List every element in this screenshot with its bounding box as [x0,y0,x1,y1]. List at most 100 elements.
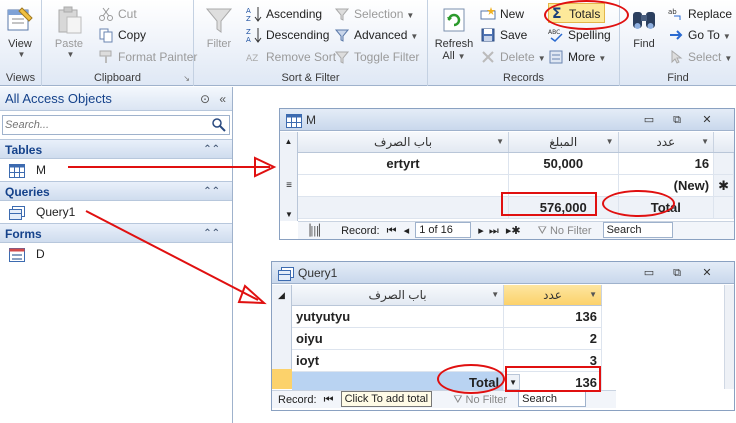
close-icon[interactable]: ✕ [698,109,716,131]
query1-vscroll[interactable] [724,285,734,389]
column-header-bab[interactable]: باب الصرف ▼ [292,285,505,306]
dropdown-arrow-icon[interactable]: ▼ [606,132,614,152]
collapse-chevron-icon[interactable]: ⌃⌃ [203,224,220,244]
paste-dropdown-icon: ▼ [66,50,75,59]
nav-menu-dropdown-icon[interactable]: ⊙ [200,87,210,111]
dropdown-arrow-icon[interactable]: ▼ [701,132,709,152]
svg-text:ABC: ABC [548,29,560,36]
cell-count[interactable]: 16 [618,152,715,175]
remove-sort-button[interactable]: AZ Remove Sort [246,47,336,67]
dropdown-arrow-icon[interactable]: ▼ [496,132,504,152]
more-label: More [568,50,596,64]
cell-bab[interactable] [298,174,509,197]
restore-icon[interactable]: ⧉ [668,109,686,131]
view-dropdown-icon: ▼ [17,50,26,59]
spelling-icon: ABC [548,27,564,43]
nav-search-input[interactable] [3,116,203,134]
new-record-button[interactable]: New [480,4,524,24]
no-filter-indicator[interactable]: ⛛ No Filter [524,222,592,240]
format-painter-icon [98,49,114,65]
column-header-count[interactable]: عدد ▼ [618,132,715,153]
scroll-thumb-icon[interactable]: ≡ [280,180,298,191]
table-row[interactable]: oiyu 2 [292,327,602,350]
format-painter-button[interactable]: Format Painter [98,47,197,67]
scroll-up-icon[interactable]: ▲ [280,132,297,152]
column-header-amount[interactable]: المبلغ ▼ [508,132,619,153]
find-button[interactable]: Find [626,4,662,50]
hscroll-thumb-icon[interactable]: ▕|||▏ [298,222,338,240]
next-record-icon[interactable]: ▸ [474,222,484,240]
nav-item-table-m[interactable]: M [0,159,232,181]
cut-button[interactable]: Cut [98,4,137,24]
totals-cell-bab[interactable] [298,196,509,219]
cell-count[interactable]: 2 [503,327,602,350]
column-header-count[interactable]: عدد ▼ [503,285,602,306]
collapse-chevron-icon[interactable]: ⌃⌃ [203,140,220,160]
table-m-vscroll[interactable]: ▲ ≡ ▼ [280,132,298,221]
record-search-box[interactable]: Search [518,391,587,407]
column-header-bab[interactable]: باب الصرف ▼ [298,132,509,153]
paste-button[interactable]: Paste ▼ [50,4,88,59]
cell-bab[interactable]: yutyutyu [292,305,505,328]
nav-item-query1[interactable]: Query1 [0,201,232,223]
filter-button[interactable]: Filter [200,4,238,50]
minimize-icon[interactable]: ▭ [640,262,658,284]
nav-item-form-d[interactable]: D [0,243,232,265]
filter-off-icon: ⛛ [537,225,547,237]
cell-amount[interactable]: 50,000 [508,152,619,175]
cell-bab[interactable]: ertyrt [298,152,509,175]
records-group-title: Records [503,72,544,84]
more-button[interactable]: More ▼ [548,47,606,67]
nav-category-forms[interactable]: Forms ⌃⌃ [0,223,232,243]
nav-collapse-icon[interactable]: « [219,87,226,111]
sort-filter-group: Filter AZ Ascending ZA Descending AZ Rem… [194,0,428,86]
totals-row-selector[interactable] [272,369,292,389]
save-record-button[interactable]: Save [480,25,527,45]
nav-category-tables[interactable]: Tables ⌃⌃ [0,139,232,159]
paste-label: Paste [54,38,84,50]
selection-button[interactable]: Selection ▼ [334,4,414,24]
dropdown-arrow-icon[interactable]: ▼ [491,285,499,305]
minimize-icon[interactable]: ▭ [640,109,658,131]
collapse-chevron-icon[interactable]: ⌃⌃ [203,182,220,202]
delete-record-button[interactable]: Delete ▼ [480,47,546,67]
table-row[interactable]: ertyrt 50,000 16 [298,152,734,175]
query1-titlebar[interactable]: Query1 ▭ ⧉ ✕ [272,262,734,284]
row-selector[interactable] [713,152,734,175]
table-m-titlebar[interactable]: M ▭ ⧉ ✕ [280,109,734,131]
new-record-asterisk-icon[interactable]: ✱ [713,174,734,197]
nav-category-queries[interactable]: Queries ⌃⌃ [0,181,232,201]
close-icon[interactable]: ✕ [698,262,716,284]
new-record-nav-icon[interactable]: ▸✱ [502,222,521,240]
view-icon [4,4,36,36]
record-position-input[interactable]: 1 of 16 [415,222,472,238]
search-icon[interactable] [211,117,227,133]
first-record-icon[interactable]: ⏮ [383,222,401,240]
more-icon [548,49,564,65]
table-row[interactable]: yutyutyu 136 [292,305,602,328]
advanced-button[interactable]: Advanced ▼ [334,25,418,45]
view-button[interactable]: View ▼ [2,4,38,59]
sort-descending-button[interactable]: ZA Descending [246,25,329,45]
prev-record-icon[interactable]: ◂ [404,222,410,240]
cell-bab[interactable]: oiyu [292,327,505,350]
scroll-down-icon[interactable]: ▼ [280,210,298,219]
cell-count[interactable]: 136 [503,305,602,328]
refresh-all-button[interactable]: Refresh All ▼ [432,4,476,62]
nav-pane-title[interactable]: All Access Objects [5,91,112,106]
copy-button[interactable]: Copy [98,25,146,45]
record-search-box[interactable]: Search [602,222,673,238]
restore-icon[interactable]: ⧉ [668,262,686,284]
sort-ascending-button[interactable]: AZ Ascending [246,4,322,24]
column-header-label: المبلغ [549,135,578,149]
select-all-icon[interactable]: ◢ [272,285,291,305]
clipboard-launcher-icon[interactable]: ↘ [183,74,190,83]
last-record-icon[interactable]: ⏭ [487,222,499,240]
replace-button[interactable]: ab Replace [668,4,732,24]
select-button[interactable]: Select ▼ [668,47,732,67]
no-filter-label: No Filter [549,225,592,237]
first-record-icon[interactable]: ⏮ [320,391,338,409]
toggle-filter-button[interactable]: Toggle Filter [334,47,419,67]
goto-button[interactable]: Go To ▼ [668,25,731,45]
dropdown-arrow-icon[interactable]: ▼ [589,285,597,305]
